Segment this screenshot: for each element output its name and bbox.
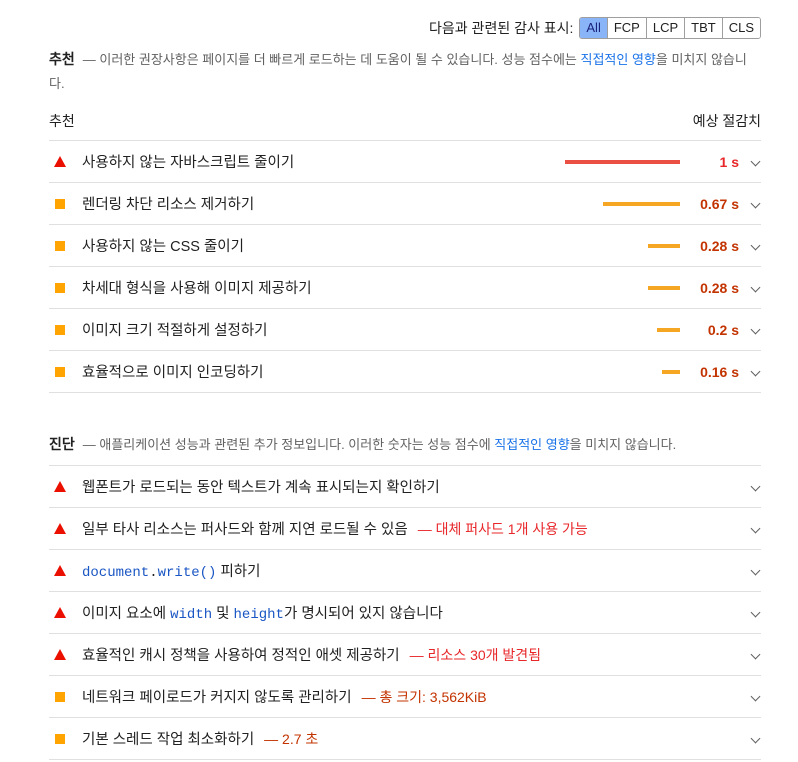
opportunities-title: 추천 [49, 51, 75, 67]
fail-triangle-icon [54, 649, 66, 660]
chevron-down-icon[interactable] [750, 733, 761, 744]
chevron-down-icon[interactable] [750, 481, 761, 492]
savings-value: 0.67 s [700, 195, 739, 212]
audit-unused-javascript[interactable]: 사용하지 않는 자바스크립트 줄이기 1 s [49, 141, 761, 183]
audit-filter-bar: 다음과 관련된 감사 표시: All FCP LCP TBT CLS [429, 17, 761, 39]
average-square-icon [55, 240, 65, 251]
audit-efficient-image-encoding[interactable]: 효율적으로 이미지 인코딩하기 0.16 s [49, 351, 761, 393]
chevron-down-icon[interactable] [750, 324, 761, 335]
fail-triangle-icon [54, 523, 66, 534]
savings-bar [648, 244, 680, 248]
filter-chip-lcp[interactable]: LCP [645, 18, 685, 38]
savings-bar [648, 286, 680, 290]
audit-main-thread-work[interactable]: 기본 스레드 작업 최소화하기 — 2.7 초 [49, 718, 761, 760]
opportunities-link[interactable]: 직접적인 영향 [581, 52, 656, 67]
filter-chip-group: All FCP LCP TBT CLS [579, 17, 761, 39]
savings-bar [565, 160, 680, 164]
code-height: height [233, 607, 284, 623]
code-dot: . [149, 565, 158, 581]
chevron-down-icon[interactable] [750, 523, 761, 534]
audit-third-party-facades[interactable]: 일부 타사 리소스는 퍼사드와 함께 지연 로드될 수 있음 — 대체 퍼사드 … [49, 508, 761, 550]
average-square-icon [55, 282, 65, 293]
opportunities-header: 추천 — 이러한 권장사항은 페이지를 더 빠르게 로드하는 데 도움이 될 수 … [49, 47, 761, 96]
filter-chip-fcp[interactable]: FCP [606, 18, 646, 38]
filter-chip-cls[interactable]: CLS [721, 18, 760, 38]
chevron-down-icon[interactable] [750, 649, 761, 660]
opportunities-description: — 이러한 권장사항은 페이지를 더 빠르게 로드하는 데 도움이 될 수 있습… [82, 52, 581, 67]
fail-triangle-icon [54, 607, 66, 618]
fail-triangle-icon [54, 156, 66, 167]
diagnostics-link[interactable]: 직접적인 영향 [494, 437, 569, 452]
opportunities-list: 사용하지 않는 자바스크립트 줄이기 1 s 렌더링 차단 리소스 제거하기 0… [49, 140, 761, 393]
audit-title: 이미지 요소에 width 및 height가 명시되어 있지 않습니다 [82, 602, 443, 623]
audit-display-value: — 총 크기: 3,562KiB [361, 688, 487, 705]
audit-unused-css[interactable]: 사용하지 않는 CSS 줄이기 0.28 s [49, 225, 761, 267]
audit-properly-size-images[interactable]: 이미지 크기 적절하게 설정하기 0.2 s [49, 309, 761, 351]
savings-value: 0.2 s [707, 321, 739, 338]
audit-title: 이미지 크기 적절하게 설정하기 [82, 323, 268, 339]
opportunities-column-header: 추천 예상 절감치 [49, 111, 761, 133]
average-square-icon [55, 733, 65, 744]
savings-bar [603, 202, 680, 206]
audit-title: 일부 타사 리소스는 퍼사드와 함께 지연 로드될 수 있음 [82, 522, 408, 538]
audit-display-value: — 2.7 초 [264, 730, 319, 747]
code-document: document [82, 565, 150, 581]
audit-render-blocking-resources[interactable]: 렌더링 차단 리소스 제거하기 0.67 s [49, 183, 761, 225]
average-square-icon [55, 366, 65, 377]
chevron-down-icon[interactable] [750, 565, 761, 576]
audit-cache-policy[interactable]: 효율적인 캐시 정책을 사용하여 정적인 애셋 제공하기 — 리소스 30개 발… [49, 634, 761, 676]
diagnostics-list: 웹폰트가 로드되는 동안 텍스트가 계속 표시되는지 확인하기 일부 타사 리소… [49, 465, 761, 760]
savings-value: 1 s [719, 153, 739, 170]
average-square-icon [55, 691, 65, 702]
chevron-down-icon[interactable] [750, 156, 761, 167]
diagnostics-description-end: 을 미치지 않습니다. [569, 437, 677, 452]
audit-title-suffix: 가 명시되어 있지 않습니다 [283, 606, 443, 622]
audit-title-suffix: 피하기 [216, 564, 261, 580]
filter-chip-tbt[interactable]: TBT [684, 18, 722, 38]
savings-value: 0.16 s [700, 363, 739, 380]
audit-display-value: — 대체 퍼사드 1개 사용 가능 [417, 520, 588, 537]
chevron-down-icon[interactable] [750, 691, 761, 702]
audit-title-middle: 및 [212, 606, 234, 622]
audit-title: 사용하지 않는 CSS 줄이기 [82, 239, 244, 255]
diagnostics-description: — 애플리케이션 성능과 관련된 추가 정보입니다. 이러한 숫자는 성능 점수… [82, 437, 495, 452]
audit-display-value: — 리소스 30개 발견됨 [409, 646, 542, 663]
audit-title: 기본 스레드 작업 최소화하기 [82, 732, 255, 748]
chevron-down-icon[interactable] [750, 240, 761, 251]
chevron-down-icon[interactable] [750, 607, 761, 618]
audit-title: 차세대 형식을 사용해 이미지 제공하기 [82, 281, 312, 297]
diagnostics-title: 진단 [49, 436, 75, 452]
audit-title: 웹폰트가 로드되는 동안 텍스트가 계속 표시되는지 확인하기 [82, 480, 440, 496]
savings-bar [662, 370, 680, 374]
audit-title: 네트워크 페이로드가 커지지 않도록 관리하기 [82, 690, 352, 706]
audit-no-document-write[interactable]: document.write() 피하기 [49, 550, 761, 592]
filter-label: 다음과 관련된 감사 표시: [429, 20, 574, 36]
audit-title: document.write() 피하기 [82, 560, 261, 581]
audit-title: 효율적으로 이미지 인코딩하기 [82, 365, 264, 381]
fail-triangle-icon [54, 481, 66, 492]
average-square-icon [55, 198, 65, 209]
audit-modern-image-formats[interactable]: 차세대 형식을 사용해 이미지 제공하기 0.28 s [49, 267, 761, 309]
column-opportunity: 추천 [49, 113, 75, 129]
savings-value: 0.28 s [700, 279, 739, 296]
diagnostics-header: 진단 — 애플리케이션 성능과 관련된 추가 정보입니다. 이러한 숫자는 성능 … [49, 432, 761, 457]
filter-chip-all[interactable]: All [580, 18, 607, 38]
chevron-down-icon[interactable] [750, 366, 761, 377]
audit-unsized-images[interactable]: 이미지 요소에 width 및 height가 명시되어 있지 않습니다 [49, 592, 761, 634]
audit-title: 사용하지 않는 자바스크립트 줄이기 [82, 155, 295, 171]
audit-title: 효율적인 캐시 정책을 사용하여 정적인 애셋 제공하기 [82, 648, 400, 664]
audit-title-prefix: 이미지 요소에 [82, 606, 171, 622]
audit-total-byte-weight[interactable]: 네트워크 페이로드가 커지지 않도록 관리하기 — 총 크기: 3,562KiB [49, 676, 761, 718]
savings-bar [657, 328, 680, 332]
average-square-icon [55, 324, 65, 335]
code-write: write() [157, 565, 217, 581]
audit-font-display[interactable]: 웹폰트가 로드되는 동안 텍스트가 계속 표시되는지 확인하기 [49, 466, 761, 508]
chevron-down-icon[interactable] [750, 198, 761, 209]
audit-title: 렌더링 차단 리소스 제거하기 [82, 197, 255, 213]
column-estimated-savings: 예상 절감치 [692, 113, 761, 129]
code-width: width [170, 607, 213, 623]
fail-triangle-icon [54, 565, 66, 576]
chevron-down-icon[interactable] [750, 282, 761, 293]
savings-value: 0.28 s [700, 237, 739, 254]
